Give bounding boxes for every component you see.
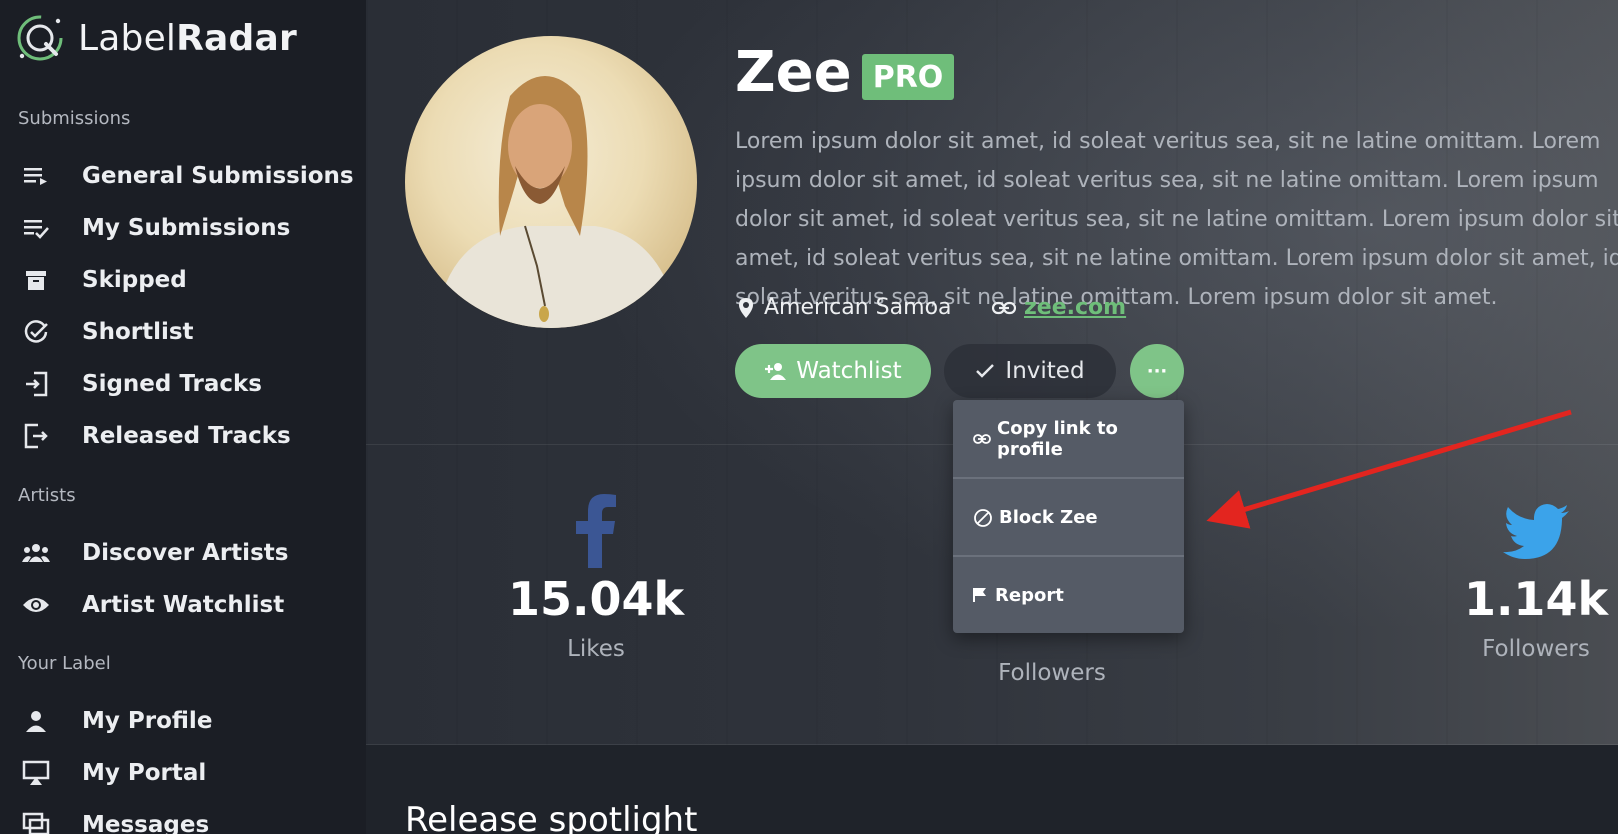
sidebar-item-label: My Profile [82,708,213,734]
sidebar-item-artist-watchlist[interactable]: Artist Watchlist [0,582,366,628]
sidebar-item-label: Shortlist [82,319,194,345]
eye-icon [22,591,50,619]
check-icon [975,363,995,379]
watchlist-button[interactable]: Watchlist [735,344,931,398]
location-pin-icon [738,297,754,319]
block-icon [973,508,993,528]
sidebar-item-label: My Portal [82,760,207,786]
sidebar-item-signed-tracks[interactable]: Signed Tracks [0,361,366,407]
main-content: Zee PRO Lorem ipsum dolor sit amet, id s… [366,0,1618,834]
people-icon [22,539,50,567]
sidebar-item-my-submissions[interactable]: My Submissions [0,205,366,251]
sidebar-item-label: Artist Watchlist [82,592,285,618]
stat-value: 15.04k [507,572,685,626]
check-circle-icon [22,318,50,346]
menu-item-label: Block Zee [999,507,1098,528]
artist-name: Zee [735,40,852,105]
profile-options-menu: Copy link to profile Block Zee Report [953,400,1184,633]
facebook-icon [476,494,716,572]
airplay-icon [22,759,50,787]
menu-item-label: Copy link to profile [997,418,1118,460]
website-link[interactable]: zee.com [1024,295,1126,320]
person-icon [22,707,50,735]
stat-label: Followers [998,660,1106,686]
messages-icon [22,811,50,834]
sidebar-item-label: Skipped [82,267,187,293]
sidebar-item-general-submissions[interactable]: General Submissions [0,153,366,199]
location-text: American Samoa [764,295,952,320]
playlist-icon [22,162,50,190]
link-icon [973,433,991,445]
sidebar: LabelRadar Submissions General Submissio… [0,0,366,834]
menu-item-report[interactable]: Report [953,557,1184,633]
archive-icon [22,266,50,294]
add-person-icon [764,362,788,380]
playlist-check-icon [22,214,50,242]
stat-twitter-followers: 1.14k Followers [1436,504,1618,662]
menu-item-block[interactable]: Block Zee [953,479,1184,556]
more-dots-icon: ··· [1146,360,1168,382]
brand-logo[interactable]: LabelRadar [16,14,297,62]
invited-button[interactable]: Invited [944,344,1116,398]
menu-item-label: Report [995,584,1064,606]
artist-bio: Lorem ipsum dolor sit amet, id soleat ve… [735,129,1618,310]
sidebar-item-label: General Submissions [82,163,354,189]
sidebar-item-my-portal[interactable]: My Portal [0,750,366,796]
sidebar-item-messages[interactable]: Messages [0,802,366,834]
sidebar-item-label: My Submissions [82,215,291,241]
stat-facebook-likes: 15.04k Likes [476,494,716,662]
section-title-submissions: Submissions [18,108,131,129]
stat-value: 1.14k [1463,572,1609,626]
pro-badge: PRO [862,54,954,100]
sidebar-item-released-tracks[interactable]: Released Tracks [0,413,366,459]
sidebar-item-label: Signed Tracks [82,371,263,397]
sidebar-item-label: Messages [82,812,210,834]
artist-website[interactable]: zee.com [992,295,1126,320]
stat-followers: Followers [932,650,1172,686]
stat-label: Likes [567,636,625,662]
link-icon [992,301,1016,315]
sidebar-item-skipped[interactable]: Skipped [0,257,366,303]
brand-name: LabelRadar [78,17,297,59]
menu-item-copy-link[interactable]: Copy link to profile [953,400,1184,478]
sidebar-item-label: Released Tracks [82,423,291,449]
more-options-button[interactable]: ··· [1130,344,1184,398]
artist-avatar [405,36,697,328]
sign-in-icon [22,370,50,398]
radar-logo-icon [16,14,64,62]
artist-location: American Samoa [738,295,952,320]
watchlist-label: Watchlist [796,358,902,384]
section-title-your-label: Your Label [18,653,111,674]
section-title-artists: Artists [18,485,76,506]
release-spotlight-heading: Release spotlight [405,800,698,834]
sidebar-item-shortlist[interactable]: Shortlist [0,309,366,355]
sign-out-icon [22,422,50,450]
flag-icon [973,587,987,603]
sidebar-item-my-profile[interactable]: My Profile [0,698,366,744]
sidebar-item-discover-artists[interactable]: Discover Artists [0,530,366,576]
twitter-icon [1436,504,1618,572]
invited-label: Invited [1005,358,1085,384]
stat-label: Followers [1482,636,1590,662]
sidebar-item-label: Discover Artists [82,540,289,566]
